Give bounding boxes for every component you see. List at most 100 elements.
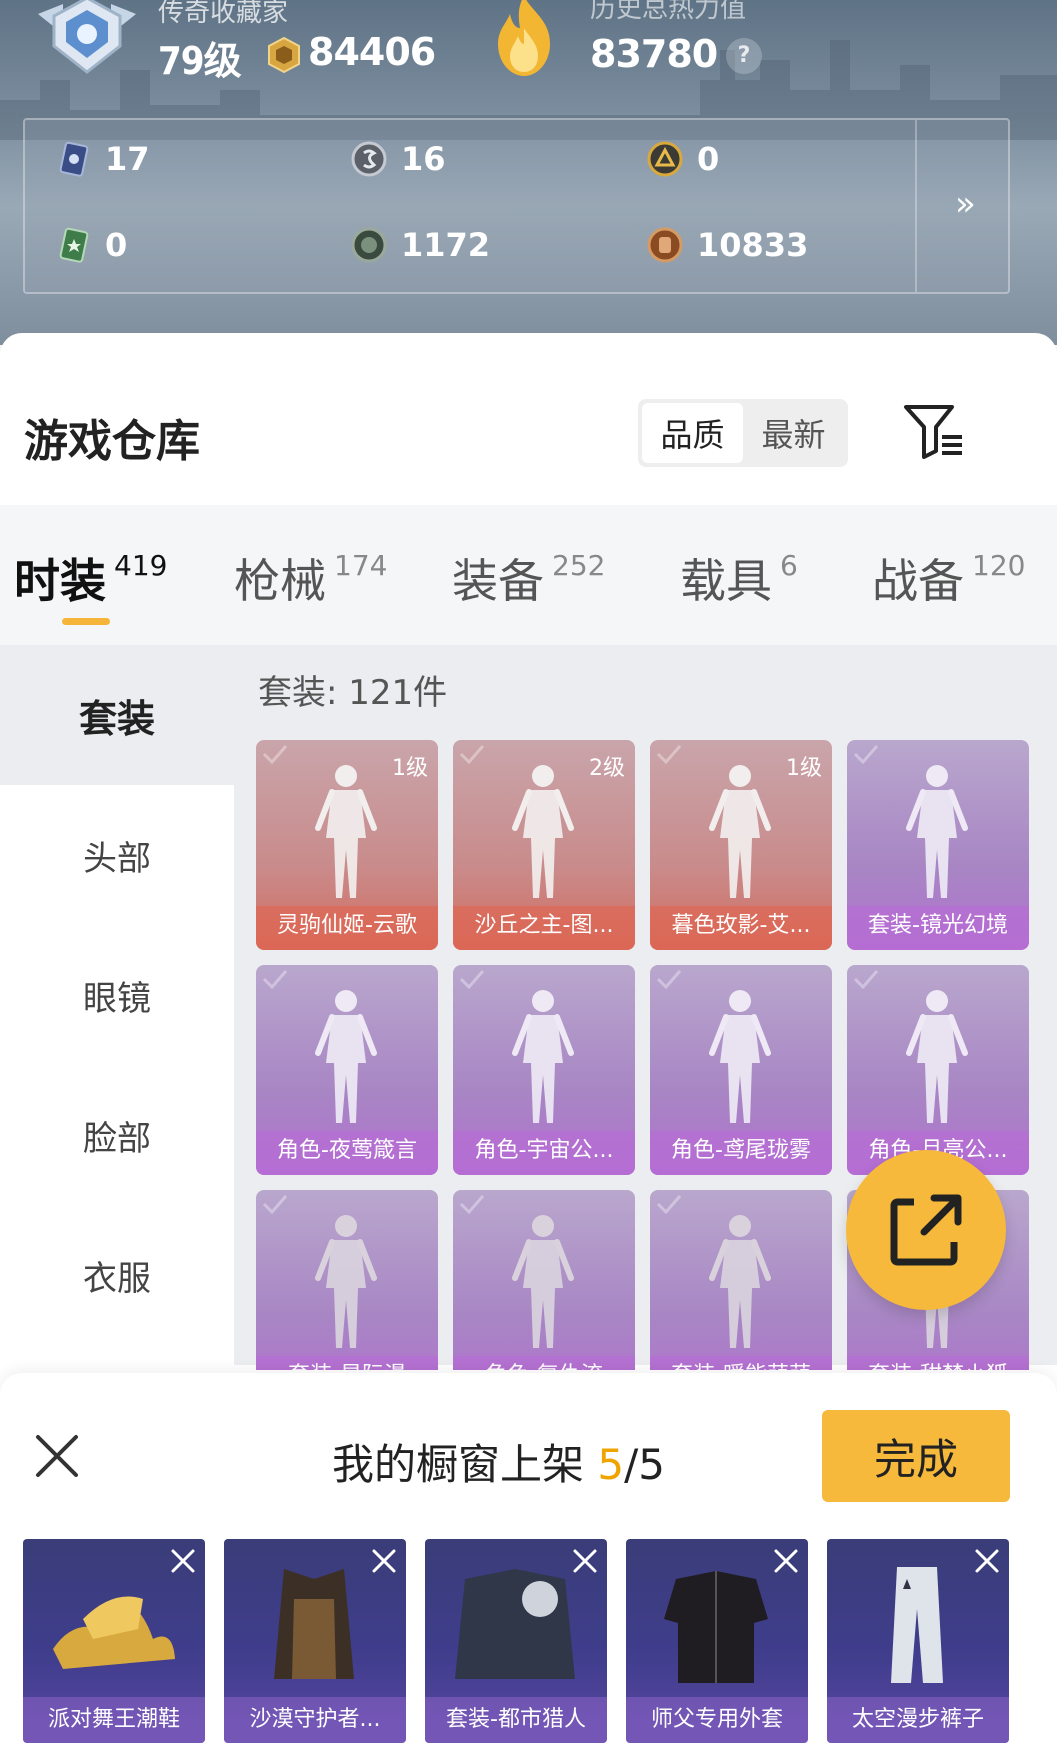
stat-green-card: 0 [55, 226, 127, 264]
outfit-figure-icon [512, 765, 574, 898]
item-tile[interactable]: 角色-鸢尾珑雾 [650, 965, 832, 1175]
check-icon [656, 745, 682, 764]
heat-value: 83780 [590, 32, 718, 76]
subcategory-sidebar: 套装 头部 眼镜 脸部 衣服 [0, 645, 234, 1365]
heat-label: 历史总热力值 [590, 0, 747, 24]
player-title: 传奇收藏家 [158, 0, 289, 28]
tab-label: 装备 [452, 554, 544, 608]
tab-label: 战备 [872, 554, 964, 608]
stat-silver: 16 [351, 140, 446, 178]
check-icon [459, 970, 485, 989]
sort-newest-button[interactable]: 最新 [743, 403, 844, 463]
tab-vehicles[interactable]: 载具 6 [680, 545, 798, 611]
showcase-item-name: 派对舞王潮鞋 [23, 1697, 205, 1743]
tab-count: 174 [334, 549, 388, 582]
tab-gear[interactable]: 战备 120 [872, 545, 1025, 611]
sidebar-item-suits[interactable]: 套装 [0, 645, 234, 785]
showcase-title-text: 我的橱窗上架 [332, 1440, 598, 1489]
share-icon [890, 1194, 962, 1266]
bronze-coin-icon [647, 227, 683, 263]
check-icon [262, 1195, 288, 1214]
showcase-item-name: 沙漠守护者... [224, 1697, 406, 1743]
item-name: 角色-夜莺箴言 [256, 1131, 438, 1175]
item-tile[interactable]: 角色-夜莺箴言 [256, 965, 438, 1175]
check-icon [262, 745, 288, 764]
showcase-item[interactable]: 太空漫步裤子 [827, 1539, 1009, 1743]
warehouse-title: 游戏仓库 [24, 416, 200, 467]
player-level: 79级 [158, 39, 242, 83]
item-tile[interactable]: 套装-星际漫 [256, 1190, 438, 1370]
app-root: { "header": { "title": "传奇收藏家", "level":… [0, 0, 1057, 1743]
showcase-current-count: 5 [597, 1440, 625, 1489]
stat-value: 10833 [697, 226, 809, 264]
showcase-item[interactable]: 套装-都市猎人 [425, 1539, 607, 1743]
sort-toggle: 品质 最新 [638, 399, 848, 467]
sidebar-item-clothes[interactable]: 衣服 [0, 1205, 234, 1345]
showcase-item-image [455, 1569, 575, 1679]
green-card-icon [59, 227, 89, 263]
card-icon [59, 141, 89, 177]
item-name: 灵驹仙姬-云歌 [256, 906, 438, 950]
item-name: 套装-镜光幻境 [847, 906, 1029, 950]
outfit-figure-icon [315, 1215, 377, 1348]
outfit-figure-icon [315, 990, 377, 1123]
stat-gold-badge: 0 [647, 140, 719, 178]
item-tile[interactable]: 角色-复仇流 [453, 1190, 635, 1370]
tab-guns[interactable]: 枪械 174 [234, 545, 387, 611]
item-tile[interactable]: 1级 灵驹仙姬-云歌 [256, 740, 438, 950]
item-name: 角色-复仇流 [453, 1356, 635, 1370]
sidebar-item-head[interactable]: 头部 [0, 785, 234, 925]
showcase-item[interactable]: 派对舞王潮鞋 [23, 1539, 205, 1743]
item-level: 1级 [786, 756, 822, 781]
silver-coin-icon [351, 141, 387, 177]
showcase-item[interactable]: 沙漠守护者... [224, 1539, 406, 1743]
item-level: 1级 [392, 756, 428, 781]
item-tile[interactable]: 套装-镜光幻境 [847, 740, 1029, 950]
outfit-figure-icon [512, 1215, 574, 1348]
outfit-figure-icon [512, 990, 574, 1123]
stat-card: 17 [55, 140, 150, 178]
stat-value: 0 [105, 226, 128, 264]
sidebar-item-glasses[interactable]: 眼镜 [0, 925, 234, 1065]
item-tile[interactable]: 角色-月亮公... [847, 965, 1029, 1175]
outfit-figure-icon [906, 990, 968, 1123]
showcase-item-name: 太空漫步裤子 [827, 1697, 1009, 1743]
item-tile[interactable]: 套装-暖能萌萌 [650, 1190, 832, 1370]
item-tile[interactable]: 角色-宇宙公... [453, 965, 635, 1175]
item-name: 暮色玫影-艾... [650, 906, 832, 950]
showcase-sheet: 我的橱窗上架 5/5 完成 派对舞王潮鞋 沙漠守护者... 套装-都市猎人 师父… [0, 1373, 1057, 1743]
showcase-item-name: 师父专用外套 [626, 1697, 808, 1743]
sort-quality-button[interactable]: 品质 [642, 403, 743, 463]
item-name: 角色-鸢尾珑雾 [650, 1131, 832, 1175]
showcase-item-image [664, 1571, 768, 1683]
done-button[interactable]: 完成 [822, 1410, 1010, 1502]
help-button[interactable]: ? [726, 38, 762, 74]
tab-equipment[interactable]: 装备 252 [452, 545, 605, 611]
item-tile[interactable]: 1级 暮色玫影-艾... [650, 740, 832, 950]
share-button[interactable] [846, 1150, 1006, 1310]
stats-divider [915, 120, 917, 292]
expand-stats-icon[interactable]: » [955, 184, 976, 224]
sidebar-item-face[interactable]: 脸部 [0, 1065, 234, 1205]
stat-value: 1172 [401, 226, 491, 264]
showcase-item-image [891, 1567, 943, 1683]
showcase-item-name: 套装-都市猎人 [425, 1697, 607, 1743]
tab-count: 419 [114, 549, 168, 582]
profile-banner: 传奇收藏家 79级 84406 历史总热力值 83780 ? 17 16 0 0… [0, 0, 1057, 345]
close-icon[interactable] [34, 1433, 80, 1479]
item-tile[interactable]: 2级 沙丘之主-图... [453, 740, 635, 950]
item-name: 套装-甜梦小狐 [847, 1356, 1029, 1370]
tab-fashion[interactable]: 时装 419 [14, 545, 167, 611]
check-icon [262, 970, 288, 989]
showcase-item[interactable]: 师父专用外套 [626, 1539, 808, 1743]
stat-value: 17 [105, 140, 150, 178]
outfit-figure-icon [906, 765, 968, 898]
coin-balance: 84406 [308, 30, 436, 74]
item-name: 套装-星际漫 [256, 1356, 438, 1370]
check-icon [656, 1195, 682, 1214]
item-count-label: 套装: 121件 [258, 673, 448, 713]
tab-label: 载具 [680, 554, 772, 608]
tab-label: 枪械 [234, 554, 326, 608]
filter-icon[interactable] [902, 403, 964, 459]
outfit-figure-icon [709, 990, 771, 1123]
